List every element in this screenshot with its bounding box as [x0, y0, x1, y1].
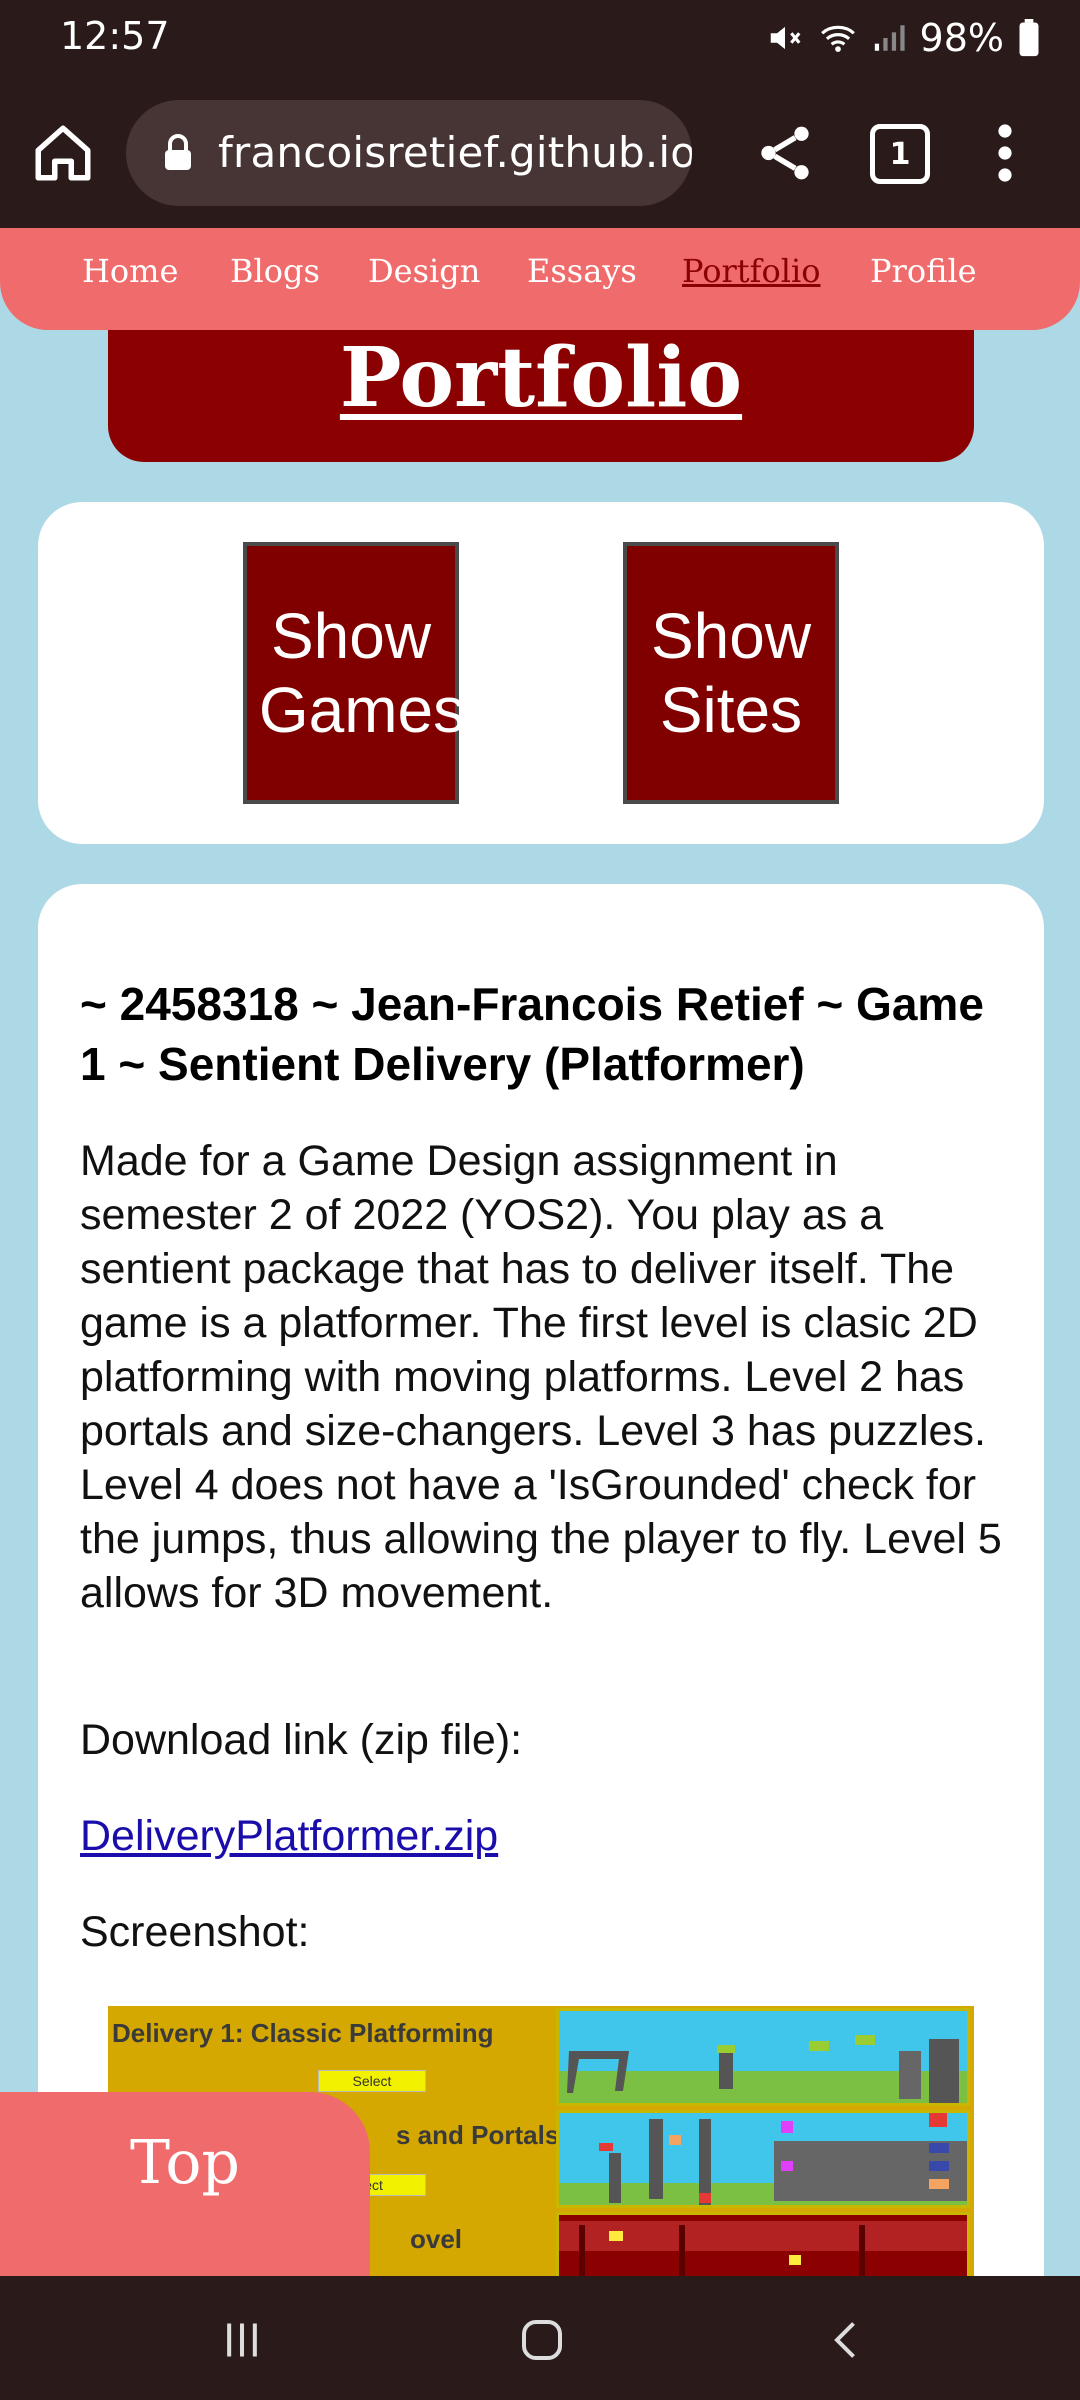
game-description: Made for a Game Design assignment in sem…: [80, 1137, 1002, 1617]
screenshot-level1-thumb: [556, 2008, 970, 2106]
show-games-button[interactable]: Show Games: [243, 542, 465, 804]
status-icons: 98%: [766, 10, 1040, 66]
home-icon[interactable]: [30, 120, 96, 186]
screenshot-level3-thumb: [556, 2212, 970, 2284]
url-text: francoisretief.github.io: [218, 128, 692, 177]
nav-item-portfolio[interactable]: Portfolio: [682, 252, 821, 290]
site-nav: Home Blogs Design Essays Portfolio Profi…: [0, 228, 1080, 330]
more-vert-icon[interactable]: [990, 120, 1020, 186]
game-title: ~ 2458318 ~ Jean-Francois Retief ~ Game …: [80, 978, 984, 1090]
screenshot-level1-title: Delivery 1: Classic Platforming: [112, 2018, 494, 2048]
back-to-top-button[interactable]: Top: [0, 2092, 370, 2292]
signal-icon: [874, 25, 905, 51]
system-nav-bar: [0, 2276, 1080, 2400]
nav-item-profile[interactable]: Profile: [870, 252, 977, 290]
browser-toolbar: francoisretief.github.io 1: [0, 78, 1080, 228]
nav-item-design[interactable]: Design: [368, 252, 480, 290]
battery-icon: [1019, 19, 1039, 57]
status-time: 12:57: [60, 14, 170, 58]
tabs-icon[interactable]: 1: [870, 124, 930, 184]
screenshot-level3-title: ovel: [410, 2224, 463, 2254]
home-circle-icon[interactable]: [518, 2316, 566, 2364]
show-sites-button[interactable]: Show Sites: [623, 542, 839, 804]
game-card: ~ 2458318 ~ Jean-Francois Retief ~ Game …: [38, 884, 1044, 2284]
nav-item-essays[interactable]: Essays: [527, 252, 637, 290]
page-title: Portfolio: [339, 330, 743, 426]
nav-item-blogs[interactable]: Blogs: [230, 252, 320, 290]
mute-icon: [770, 26, 800, 50]
show-sites-line1: Show: [650, 600, 812, 672]
lock-icon: [165, 134, 191, 170]
download-link[interactable]: DeliveryPlatformer.zip: [80, 1812, 498, 1861]
screenshot-label: Screenshot:: [80, 1908, 310, 1956]
status-bar: 12:57 98%: [0, 0, 1080, 78]
top-button-label: Top: [130, 2128, 240, 2198]
wifi-icon: [820, 25, 855, 52]
filter-card: Show Games Show Sites: [38, 502, 1044, 844]
show-games-line2: Games: [258, 674, 466, 746]
battery-percent: 98%: [919, 16, 1004, 60]
address-bar[interactable]: francoisretief.github.io: [126, 100, 692, 206]
download-label: Download link (zip file):: [80, 1716, 523, 1764]
screenshot-level2-thumb: [556, 2110, 970, 2208]
screenshot-select-1: Select: [318, 2070, 426, 2092]
show-sites-line2: Sites: [659, 674, 803, 746]
screenshot-level2-title: s and Portals: [396, 2120, 560, 2150]
recents-icon[interactable]: [220, 2318, 264, 2362]
back-icon[interactable]: [826, 2316, 870, 2364]
show-games-line1: Show: [270, 600, 432, 672]
nav-item-home[interactable]: Home: [82, 252, 178, 290]
share-icon[interactable]: [752, 120, 818, 186]
